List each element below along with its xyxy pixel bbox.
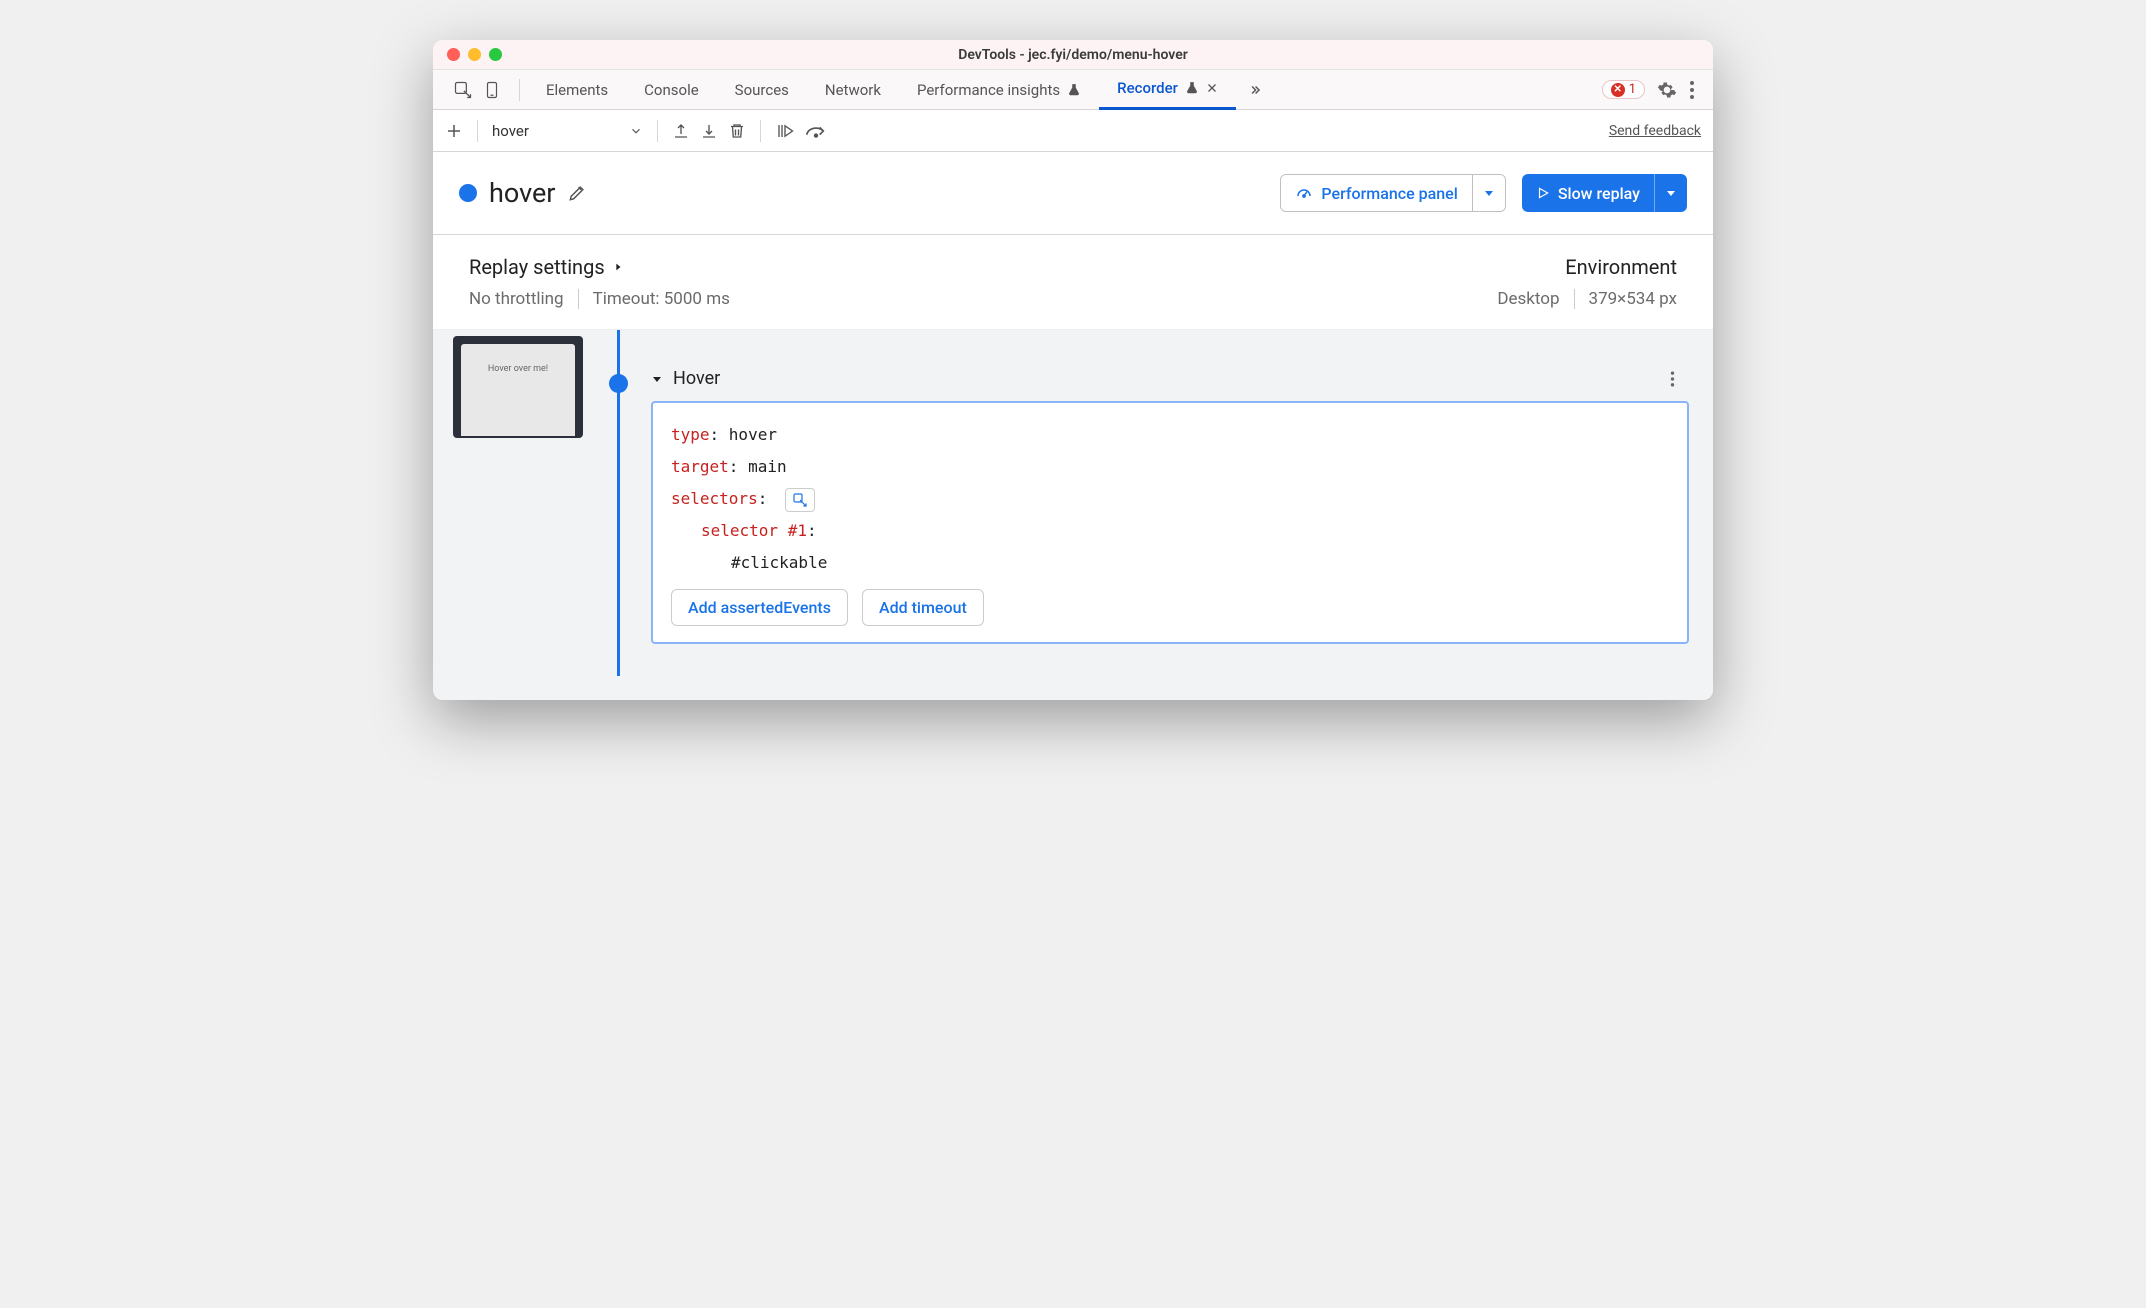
key-target: target (671, 457, 729, 476)
new-recording-icon[interactable] (445, 122, 463, 140)
titlebar: DevTools - jec.fyi/demo/menu-hover (433, 40, 1713, 70)
devtools-window: DevTools - jec.fyi/demo/menu-hover Eleme… (433, 40, 1713, 700)
environment-heading: Environment (1497, 255, 1677, 279)
val-type[interactable]: hover (729, 425, 777, 444)
element-picker-icon[interactable] (785, 488, 815, 512)
slow-replay-button[interactable]: Slow replay (1522, 174, 1687, 212)
import-icon[interactable] (700, 122, 718, 140)
chevron-right-icon (613, 260, 623, 274)
slow-replay-label: Slow replay (1558, 184, 1640, 203)
step-title: Hover (673, 368, 720, 389)
inspect-element-icon[interactable] (453, 80, 473, 100)
add-timeout-button[interactable]: Add timeout (862, 589, 984, 626)
recording-select[interactable]: hover (492, 122, 643, 140)
step-kebab-icon[interactable] (1670, 370, 1693, 388)
send-feedback-link[interactable]: Send feedback (1609, 123, 1701, 139)
val-selector-1[interactable]: #clickable (731, 553, 827, 572)
panel-tabbar: Elements Console Sources Network Perform… (433, 70, 1713, 110)
steps-area: Hover over me! Hover type: hover target:… (433, 330, 1713, 700)
recording-header: hover Performance panel Slow replay (433, 152, 1713, 235)
window-title: DevTools - jec.fyi/demo/menu-hover (433, 47, 1713, 63)
chevron-down-icon (1665, 187, 1677, 199)
tab-network[interactable]: Network (807, 70, 899, 110)
thumbnail-caption: Hover over me! (461, 344, 575, 436)
caret-down-icon[interactable] (651, 373, 663, 385)
recording-title: hover (489, 177, 555, 209)
step-over-icon[interactable] (805, 123, 827, 139)
recorder-toolbar: hover Send feedback (433, 110, 1713, 152)
more-tabs-icon[interactable] (1236, 83, 1274, 97)
device-value: Desktop (1497, 289, 1559, 309)
gauge-icon (1295, 184, 1313, 202)
key-selector-1: selector #1 (701, 521, 807, 540)
performance-panel-label: Performance panel (1321, 184, 1457, 203)
tab-recorder[interactable]: Recorder (1099, 70, 1236, 110)
export-icon[interactable] (672, 122, 690, 140)
error-count: 1 (1629, 82, 1636, 97)
tab-elements[interactable]: Elements (528, 70, 626, 110)
close-tab-icon[interactable] (1206, 82, 1218, 94)
step-play-icon[interactable] (775, 122, 795, 140)
chevron-down-icon (629, 124, 643, 138)
tab-console[interactable]: Console (626, 70, 717, 110)
recording-indicator-icon (459, 184, 477, 202)
tab-performance-insights[interactable]: Performance insights (899, 70, 1099, 110)
viewport-value: 379×534 px (1589, 289, 1677, 309)
settings-gear-icon[interactable] (1657, 80, 1677, 100)
kebab-menu-icon[interactable] (1689, 80, 1695, 100)
delete-icon[interactable] (728, 121, 746, 141)
add-asserted-events-button[interactable]: Add assertedEvents (671, 589, 848, 626)
recording-select-value: hover (492, 122, 529, 140)
throttling-value: No throttling (469, 289, 564, 309)
performance-panel-caret[interactable] (1472, 175, 1505, 211)
step-row: Hover type: hover target: main selectors… (601, 338, 1693, 644)
flask-icon (1067, 82, 1081, 98)
performance-panel-button[interactable]: Performance panel (1280, 174, 1505, 212)
error-count-badge[interactable]: ✕ 1 (1602, 80, 1645, 99)
val-target[interactable]: main (748, 457, 787, 476)
edit-title-icon[interactable] (567, 183, 587, 203)
chevron-down-icon (1483, 187, 1495, 199)
key-selectors: selectors (671, 489, 758, 508)
device-toolbar-icon[interactable] (483, 80, 501, 100)
key-type: type (671, 425, 710, 444)
tab-sources[interactable]: Sources (717, 70, 807, 110)
replay-settings-heading[interactable]: Replay settings (469, 255, 730, 279)
error-icon: ✕ (1611, 83, 1625, 97)
step-body: type: hover target: main selectors: sele… (651, 401, 1689, 644)
settings-row: Replay settings No throttling Timeout: 5… (433, 235, 1713, 330)
slow-replay-caret[interactable] (1654, 174, 1687, 212)
step-marker-icon (609, 374, 628, 393)
play-icon (1536, 185, 1550, 201)
step-thumbnail[interactable]: Hover over me! (453, 336, 583, 438)
timeout-value: Timeout: 5000 ms (593, 289, 730, 309)
flask-icon (1185, 80, 1199, 96)
